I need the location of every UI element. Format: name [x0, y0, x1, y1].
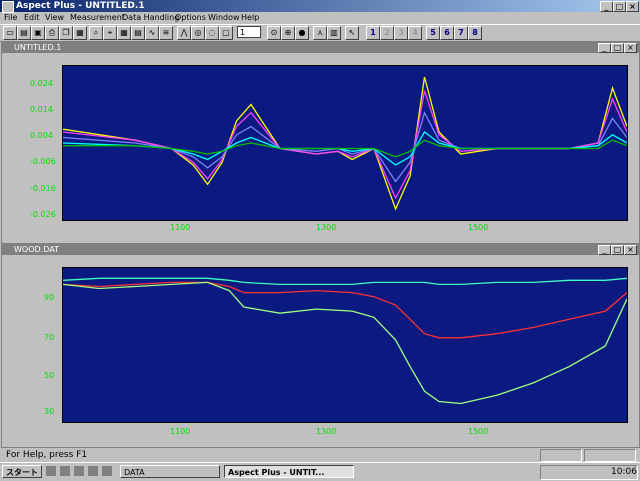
channel-5-button[interactable]: 5 [426, 26, 440, 40]
x-tick-label: 1500 [468, 223, 489, 232]
task-data-button[interactable]: DATA [120, 465, 220, 478]
y-tick-label: 30 [44, 407, 55, 416]
quicklaunch-icon[interactable] [88, 466, 98, 476]
chart-icon[interactable]: ⋏ [313, 26, 327, 40]
menu-measurement[interactable]: Measurement [70, 12, 125, 24]
window-title: Aspect Plus - UNTITLED.1 [16, 1, 145, 11]
paste-icon[interactable]: ▦ [73, 26, 87, 40]
wood-close-button[interactable]: × [624, 245, 637, 255]
spectrum-plot-area[interactable] [62, 65, 628, 221]
copy-icon[interactable]: ❐ [59, 26, 73, 40]
clock: 10:06 [611, 467, 637, 477]
system-tray: 10:06 [540, 465, 638, 480]
channel-4-button[interactable]: 4 [408, 26, 422, 40]
menu-data-handling[interactable]: Data Handling [122, 12, 179, 24]
y-tick-label: 50 [44, 371, 55, 380]
spectrum-minimize-button[interactable]: _ [598, 43, 611, 53]
quicklaunch-icon[interactable] [74, 466, 84, 476]
channel-7-button[interactable]: 7 [454, 26, 468, 40]
minimize-button[interactable]: _ [600, 1, 613, 12]
menu-file[interactable]: File [4, 12, 17, 24]
menu-window[interactable]: Window [208, 12, 240, 24]
channel-6-button[interactable]: 6 [440, 26, 454, 40]
overlay-icon[interactable]: ≋ [159, 26, 173, 40]
spectrum-window: UNTITLED.1 _ □ × 0.024 0.014 0.004 -0.00… [1, 42, 640, 244]
y-tick-label: 90 [44, 293, 55, 302]
x-tick-label: 1300 [316, 427, 337, 436]
select-icon[interactable]: ▢ [219, 26, 233, 40]
y-tick-label: -0.026 [30, 210, 56, 219]
cursor-icon[interactable]: ⌖ [103, 26, 117, 40]
status-panel [540, 449, 582, 462]
task-aspect-button[interactable]: Aspect Plus - UNTIT... [224, 465, 354, 478]
new-file-icon[interactable]: ▭ [3, 26, 17, 40]
y-tick-label: 0.014 [30, 105, 53, 114]
quicklaunch-icon[interactable] [46, 466, 56, 476]
start-button[interactable]: スタート [2, 465, 42, 478]
scan-icon[interactable]: ⊙ [267, 26, 281, 40]
x-tick-label: 1300 [316, 223, 337, 232]
close-button[interactable]: × [626, 1, 639, 12]
y-tick-label: -0.006 [30, 157, 56, 166]
wood-window-title: WOOD.DAT [14, 245, 59, 254]
calc-icon[interactable]: ▥ [327, 26, 341, 40]
menu-options[interactable]: Options [175, 12, 206, 24]
quicklaunch-icon[interactable] [60, 466, 70, 476]
spectrum-chart [62, 76, 628, 211]
scan-number-field[interactable]: 1 [237, 26, 261, 38]
open-file-icon[interactable]: ▤ [17, 26, 31, 40]
x-tick-label: 1100 [170, 223, 191, 232]
wood-chart [62, 277, 628, 405]
grid-icon[interactable]: ▦ [117, 26, 131, 40]
peak-icon[interactable]: ⋀ [177, 26, 191, 40]
spectrum-icon[interactable]: ∿ [145, 26, 159, 40]
spectrum-maximize-button[interactable]: □ [611, 43, 624, 53]
wood-minimize-button[interactable]: _ [598, 245, 611, 255]
measure-icon[interactable]: ⊕ [281, 26, 295, 40]
y-tick-label: 70 [44, 333, 55, 342]
y-tick-label: 0.004 [30, 131, 53, 140]
spectrum-window-titlebar[interactable]: UNTITLED.1 [2, 43, 639, 53]
series-line-2 [62, 281, 628, 405]
wood-window: WOOD.DAT _ □ × 90 70 50 30 1100 1300 150… [1, 244, 640, 448]
maximize-button[interactable]: □ [613, 1, 626, 12]
channel-1-button[interactable]: 1 [366, 26, 380, 40]
baseline-icon[interactable]: ◌ [205, 26, 219, 40]
title-bar: Aspect Plus - UNTITLED.1 _ □ × [0, 0, 640, 13]
print-icon[interactable]: ⎙ [45, 26, 59, 40]
y-tick-label: 0.024 [30, 79, 53, 88]
save-icon[interactable]: ▣ [31, 26, 45, 40]
x-tick-label: 1500 [468, 427, 489, 436]
integrate-icon[interactable]: ◎ [191, 26, 205, 40]
toolbar: ▭ ▤ ▣ ⎙ ❐ ▦ ⌕ ⌖ ▦ ▤ ∿ ≋ ⋀ ◎ ◌ ▢ 1 ⊙ ⊕ ● … [0, 24, 640, 42]
status-text: For Help, press F1 [6, 450, 88, 460]
channel-3-button[interactable]: 3 [394, 26, 408, 40]
stop-icon[interactable]: ● [295, 26, 309, 40]
wood-window-titlebar[interactable]: WOOD.DAT [2, 245, 639, 255]
channel-2-button[interactable]: 2 [380, 26, 394, 40]
status-bar: For Help, press F1 [0, 448, 640, 462]
channel-8-button[interactable]: 8 [468, 26, 482, 40]
menu-edit[interactable]: Edit [24, 12, 40, 24]
x-tick-label: 1100 [170, 427, 191, 436]
spectrum-window-title: UNTITLED.1 [14, 43, 62, 52]
spectrum-close-button[interactable]: × [624, 43, 637, 53]
menu-help[interactable]: Help [241, 12, 259, 24]
quicklaunch-icon[interactable] [102, 466, 112, 476]
wood-plot-area[interactable] [62, 267, 628, 423]
taskbar: スタート DATA Aspect Plus - UNTIT... 10:06 [0, 462, 640, 481]
menu-view[interactable]: View [45, 12, 64, 24]
table-icon[interactable]: ▤ [131, 26, 145, 40]
status-panel [584, 449, 636, 462]
menu-bar: File Edit View Measurement Data Handling… [0, 12, 640, 24]
y-tick-label: -0.016 [30, 184, 56, 193]
wood-maximize-button[interactable]: □ [611, 245, 624, 255]
zoom-icon[interactable]: ⌕ [89, 26, 103, 40]
help-cursor-icon[interactable]: ↖ [345, 26, 359, 40]
